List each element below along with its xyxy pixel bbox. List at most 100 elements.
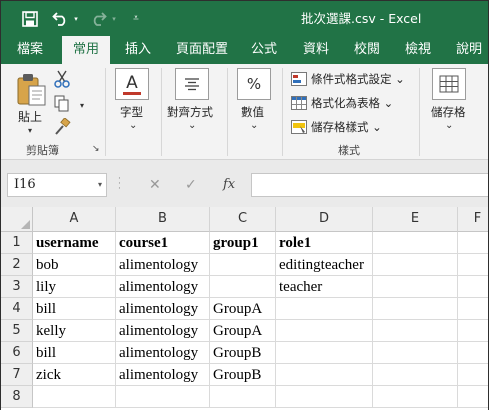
cell-f3[interactable] xyxy=(458,276,488,298)
cell-c8[interactable] xyxy=(210,386,276,408)
column-header-b[interactable]: B xyxy=(116,207,210,232)
cell-b2[interactable]: alimentology xyxy=(116,254,210,276)
select-all-button[interactable] xyxy=(1,207,33,232)
column-header-f[interactable]: F xyxy=(458,207,488,232)
cell-d1[interactable]: role1 xyxy=(276,232,373,254)
column-header-e[interactable]: E xyxy=(373,207,458,232)
cell-d4[interactable] xyxy=(276,298,373,320)
tab-help[interactable]: 說明 xyxy=(448,36,489,64)
tab-insert[interactable]: 插入 xyxy=(117,36,159,64)
cell-e1[interactable] xyxy=(373,232,458,254)
cell-d3[interactable]: teacher xyxy=(276,276,373,298)
cell-a8[interactable] xyxy=(33,386,116,408)
cell-a3[interactable]: lily xyxy=(33,276,116,298)
paste-button[interactable]: 貼上 xyxy=(18,108,42,125)
cell-d6[interactable] xyxy=(276,342,373,364)
clipboard-launcher-icon[interactable]: ↘ xyxy=(92,144,100,154)
name-box-dropdown-icon[interactable]: ▾ xyxy=(98,174,102,196)
cell-c6[interactable]: GroupB xyxy=(210,342,276,364)
cell-f7[interactable] xyxy=(458,364,488,386)
row-header-8[interactable]: 8 xyxy=(1,386,33,408)
row-header-3[interactable]: 3 xyxy=(1,276,33,298)
name-box[interactable]: I16 ▾ xyxy=(7,173,107,197)
cell-a2[interactable]: bob xyxy=(33,254,116,276)
cell-b5[interactable]: alimentology xyxy=(116,320,210,342)
cell-e7[interactable] xyxy=(373,364,458,386)
cell-f6[interactable] xyxy=(458,342,488,364)
customize-qat-icon[interactable]: ⩡ xyxy=(129,1,143,36)
alignment-label[interactable]: 對齊方式 xyxy=(167,104,213,120)
cell-b8[interactable] xyxy=(116,386,210,408)
cell-c5[interactable]: GroupA xyxy=(210,320,276,342)
cell-f2[interactable] xyxy=(458,254,488,276)
paste-icon[interactable] xyxy=(16,72,48,106)
tab-view[interactable]: 檢視 xyxy=(397,36,439,64)
cell-b6[interactable]: alimentology xyxy=(116,342,210,364)
cell-a5[interactable]: kelly xyxy=(33,320,116,342)
alignment-button[interactable] xyxy=(175,68,209,100)
cell-styles-button[interactable]: 儲存格樣式 ⌄ xyxy=(311,119,382,135)
cell-d7[interactable] xyxy=(276,364,373,386)
formula-input[interactable] xyxy=(251,173,488,197)
cell-c7[interactable]: GroupB xyxy=(210,364,276,386)
cell-a4[interactable]: bill xyxy=(33,298,116,320)
row-header-7[interactable]: 7 xyxy=(1,364,33,386)
formula-bar-splitter[interactable]: · · · xyxy=(118,175,121,194)
row-header-2[interactable]: 2 xyxy=(1,254,33,276)
cell-a6[interactable]: bill xyxy=(33,342,116,364)
cell-e2[interactable] xyxy=(373,254,458,276)
redo-icon[interactable] xyxy=(87,1,109,36)
column-header-d[interactable]: D xyxy=(276,207,373,232)
cell-e5[interactable] xyxy=(373,320,458,342)
cell-b3[interactable]: alimentology xyxy=(116,276,210,298)
tab-data[interactable]: 資料 xyxy=(295,36,337,64)
cells-dropdown-icon[interactable]: ⌄ xyxy=(445,120,453,131)
cell-c4[interactable]: GroupA xyxy=(210,298,276,320)
cells-button[interactable] xyxy=(432,68,466,100)
cell-e4[interactable] xyxy=(373,298,458,320)
cell-d5[interactable] xyxy=(276,320,373,342)
undo-dropdown-icon[interactable]: ▾ xyxy=(71,1,81,36)
cell-f1[interactable] xyxy=(458,232,488,254)
cell-c3[interactable] xyxy=(210,276,276,298)
undo-icon[interactable] xyxy=(49,1,71,36)
cell-f5[interactable] xyxy=(458,320,488,342)
cell-b4[interactable]: alimentology xyxy=(116,298,210,320)
cell-b7[interactable]: alimentology xyxy=(116,364,210,386)
font-dropdown-icon[interactable]: ⌄ xyxy=(129,120,137,131)
cell-e8[interactable] xyxy=(373,386,458,408)
tab-page-layout[interactable]: 頁面配置 xyxy=(169,36,235,64)
cell-f4[interactable] xyxy=(458,298,488,320)
enter-icon[interactable]: ✓ xyxy=(185,173,197,197)
cell-c1[interactable]: group1 xyxy=(210,232,276,254)
paste-dropdown-icon[interactable]: ▾ xyxy=(28,126,32,135)
tab-formulas[interactable]: 公式 xyxy=(243,36,285,64)
column-header-c[interactable]: C xyxy=(210,207,276,232)
cells-label[interactable]: 儲存格 xyxy=(431,104,466,120)
tab-file[interactable]: 檔案 xyxy=(7,36,53,64)
row-header-1[interactable]: 1 xyxy=(1,232,33,254)
cell-b1[interactable]: course1 xyxy=(116,232,210,254)
format-painter-icon[interactable] xyxy=(53,117,71,136)
font-button[interactable]: A xyxy=(115,68,149,100)
number-label[interactable]: 數值 xyxy=(241,104,264,120)
cell-d2[interactable]: editingteacher xyxy=(276,254,373,276)
cell-c2[interactable] xyxy=(210,254,276,276)
cell-d8[interactable] xyxy=(276,386,373,408)
copy-dropdown-icon[interactable]: ▾ xyxy=(80,101,84,110)
cell-e3[interactable] xyxy=(373,276,458,298)
row-header-4[interactable]: 4 xyxy=(1,298,33,320)
save-icon[interactable] xyxy=(19,1,41,36)
number-format-button[interactable]: % xyxy=(237,68,271,100)
cell-e6[interactable] xyxy=(373,342,458,364)
cell-f8[interactable] xyxy=(458,386,488,408)
row-header-6[interactable]: 6 xyxy=(1,342,33,364)
number-dropdown-icon[interactable]: ⌄ xyxy=(250,120,258,131)
conditional-formatting-button[interactable]: 條件式格式設定 ⌄ xyxy=(311,71,405,87)
format-as-table-button[interactable]: 格式化為表格 ⌄ xyxy=(311,95,393,111)
redo-dropdown-icon[interactable]: ▾ xyxy=(109,1,119,36)
alignment-dropdown-icon[interactable]: ⌄ xyxy=(188,120,196,131)
cut-icon[interactable] xyxy=(53,70,71,88)
cancel-icon[interactable]: ✕ xyxy=(149,173,161,197)
column-header-a[interactable]: A xyxy=(33,207,116,232)
